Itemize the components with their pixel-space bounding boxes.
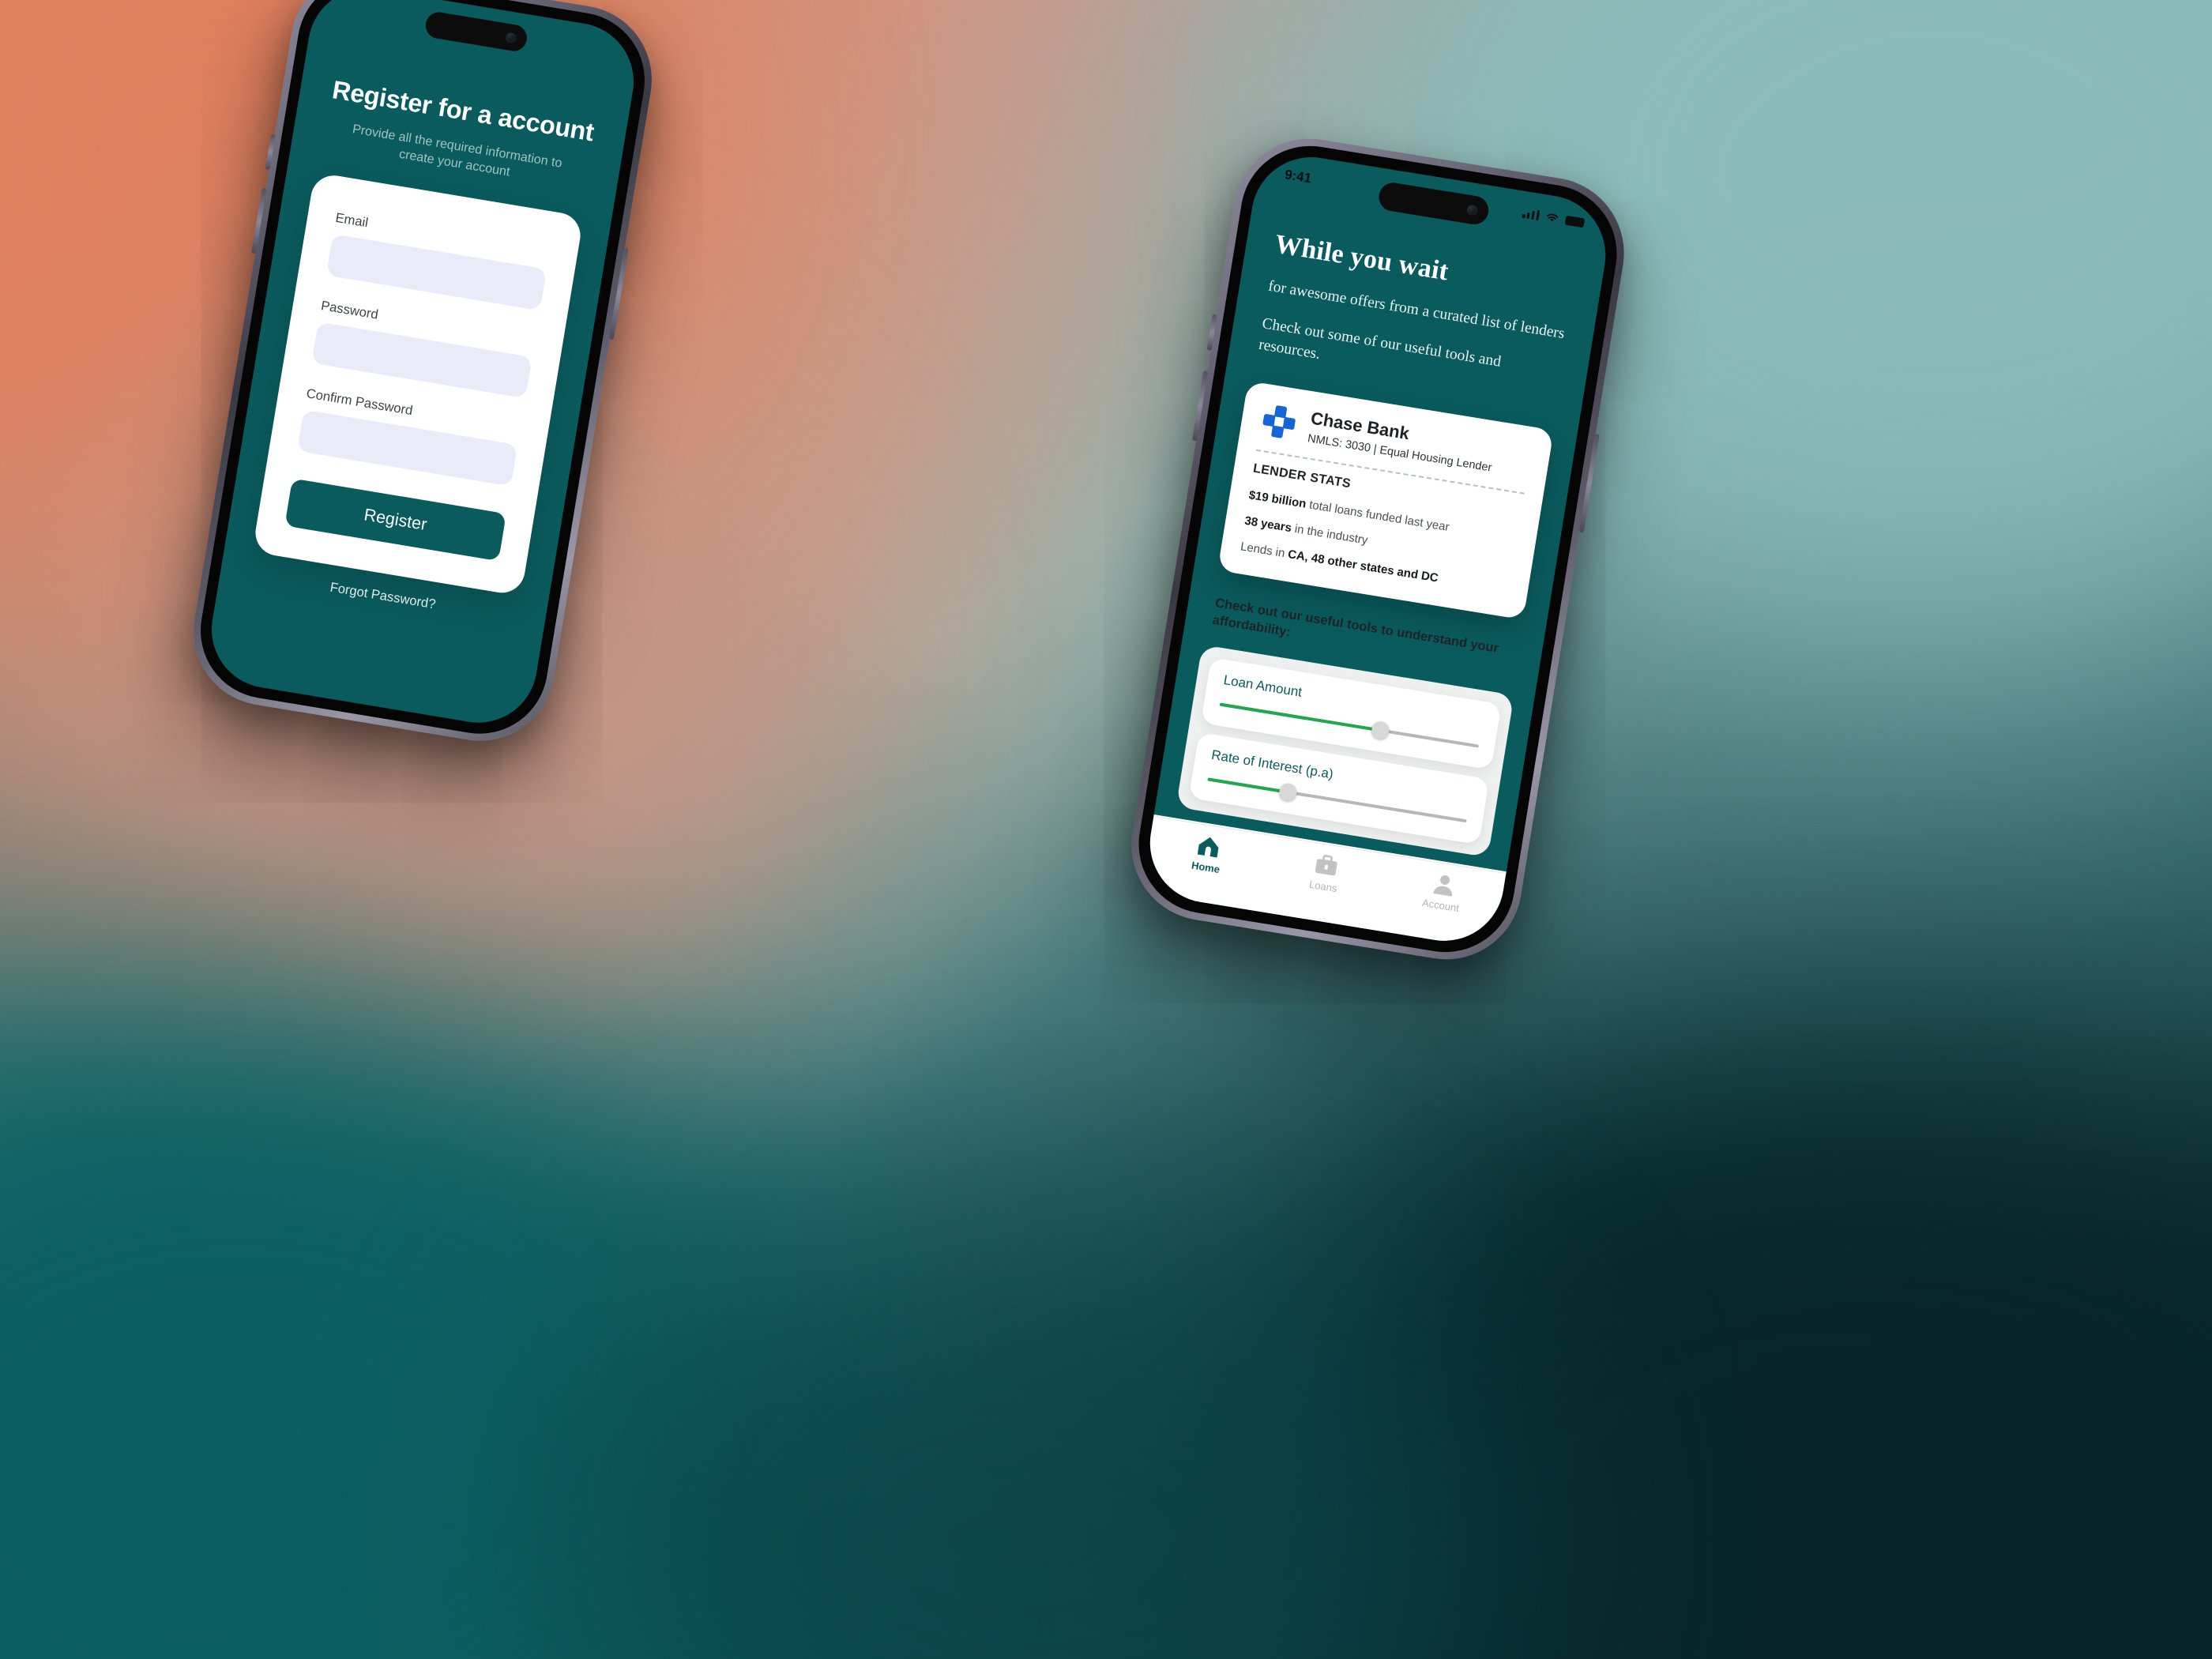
phone-bezel-right: 9:41 While you wait for awesome offers f… — [1128, 135, 1627, 963]
lender-stat-lead: Lends in — [1239, 540, 1289, 561]
cellular-signal-icon — [1522, 208, 1540, 221]
tab-home[interactable]: Home — [1146, 826, 1270, 882]
volume-up-button-right[interactable] — [1206, 314, 1217, 352]
volume-up-button-left[interactable] — [265, 134, 276, 171]
battery-icon — [1564, 215, 1586, 228]
screen-home: 9:41 While you wait for awesome offers f… — [1141, 149, 1615, 950]
slider-thumb[interactable] — [1277, 782, 1298, 803]
tools-panel: Loan Amount Rate of Interest (p.a) — [1176, 645, 1514, 858]
status-bar-time: 9:41 — [1283, 167, 1313, 186]
slider-fill — [1207, 777, 1288, 795]
lender-identity: Chase Bank NMLS: 3030 | Equal Housing Le… — [1307, 408, 1496, 474]
home-scroll-area[interactable]: While you wait for awesome offers from a… — [1153, 198, 1606, 874]
briefcase-icon — [1315, 855, 1337, 876]
tab-account[interactable]: Account — [1381, 864, 1504, 920]
lender-stat-value: $19 billion — [1247, 488, 1307, 511]
lender-card[interactable]: Chase Bank NMLS: 3030 | Equal Housing Le… — [1217, 380, 1554, 620]
tab-home-label: Home — [1191, 859, 1221, 876]
person-icon — [1432, 875, 1452, 897]
phone-chassis-right: 9:41 While you wait for awesome offers f… — [1120, 127, 1635, 971]
tab-loans-label: Loans — [1308, 878, 1338, 895]
chase-logo-icon — [1262, 405, 1296, 438]
status-bar-indicators — [1522, 208, 1586, 228]
slider-thumb[interactable] — [1370, 720, 1390, 741]
phone-chassis-left: Register for a account Provide all the r… — [182, 0, 664, 752]
tab-loans[interactable]: Loans — [1263, 845, 1386, 901]
phone-mockup-home: 9:41 While you wait for awesome offers f… — [1120, 127, 1635, 971]
register-form-card: Email Password Confirm Password Register — [252, 171, 584, 596]
phone-bezel-left: Register for a account Provide all the r… — [190, 0, 655, 744]
background-blob-mid-teal — [553, 1185, 1501, 1659]
home-icon — [1198, 837, 1219, 858]
background-blob-teal — [0, 988, 830, 1659]
front-camera-icon-left — [505, 32, 517, 43]
lender-stat-value: 38 years — [1243, 514, 1293, 536]
phone-mockup-register: Register for a account Provide all the r… — [182, 0, 664, 752]
screen-register: Register for a account Provide all the r… — [202, 0, 643, 732]
screenshot-canvas: Register for a account Provide all the r… — [0, 0, 2212, 1659]
tab-account-label: Account — [1421, 896, 1460, 915]
lender-stat-text: in the industry — [1290, 521, 1369, 547]
register-screen-body: Register for a account Provide all the r… — [202, 0, 643, 732]
home-screen-body: 9:41 While you wait for awesome offers f… — [1141, 149, 1615, 950]
background-blob-dark-teal — [1224, 1066, 2212, 1659]
wifi-icon — [1546, 213, 1559, 222]
